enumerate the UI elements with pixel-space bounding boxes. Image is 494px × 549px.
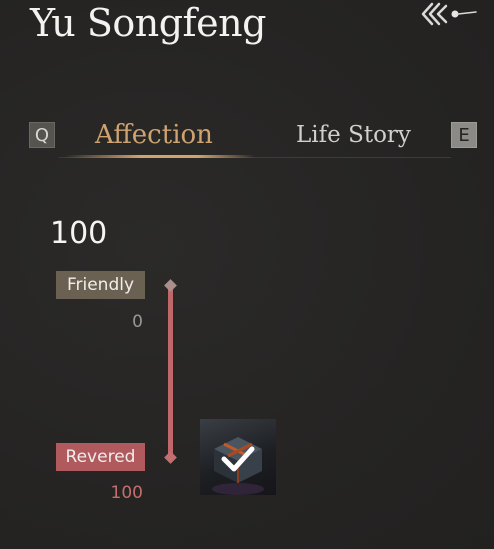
tab-bar: Q Affection Life Story E bbox=[29, 118, 481, 160]
page-title: Yu Songfeng bbox=[30, 1, 266, 45]
affection-progress-track bbox=[168, 284, 173, 460]
tier-threshold-revered: 100 bbox=[110, 483, 143, 503]
active-tab-indicator bbox=[65, 155, 255, 158]
prev-tab-key-hint[interactable]: Q bbox=[29, 122, 55, 148]
back-arrow-icon bbox=[421, 2, 477, 26]
tier-label-friendly: Friendly bbox=[56, 271, 145, 299]
tab-affection[interactable]: Affection bbox=[95, 118, 213, 152]
tier-marker-revered bbox=[164, 451, 177, 464]
tier-threshold-friendly: 0 bbox=[132, 312, 143, 332]
checkmark-icon bbox=[221, 446, 255, 472]
tier-label-revered: Revered bbox=[56, 443, 145, 471]
tab-life-story[interactable]: Life Story bbox=[296, 118, 411, 152]
reward-item[interactable] bbox=[200, 419, 276, 495]
tier-marker-friendly bbox=[164, 279, 177, 292]
back-button[interactable] bbox=[420, 0, 478, 32]
next-tab-key-hint[interactable]: E bbox=[451, 122, 477, 148]
affection-value: 100 bbox=[50, 216, 108, 251]
